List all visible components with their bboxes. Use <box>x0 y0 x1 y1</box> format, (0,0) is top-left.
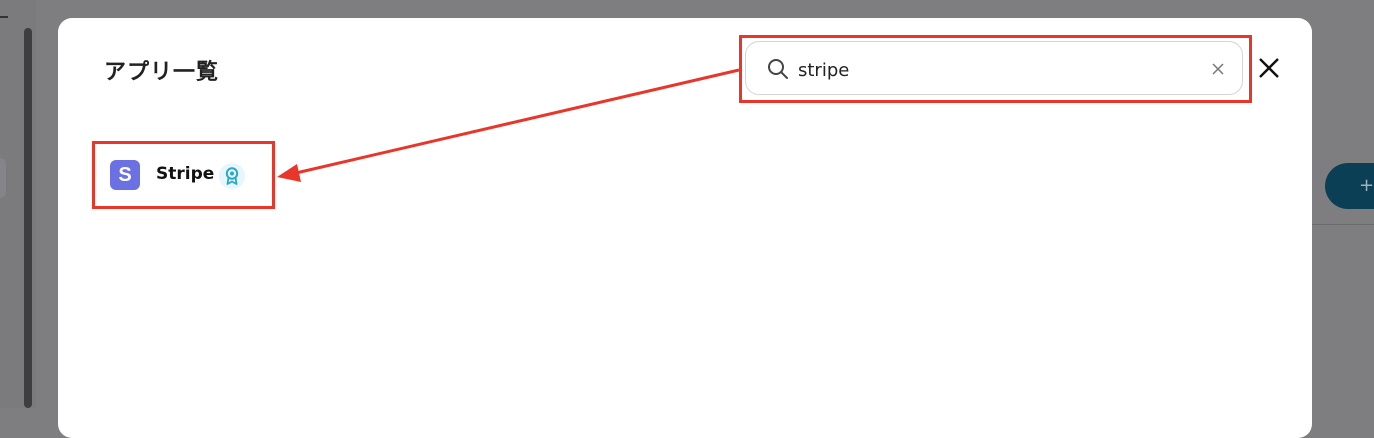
modal-title: アプリ一覧 <box>104 60 220 85</box>
background-scrollbar-thumb[interactable] <box>24 28 32 408</box>
background-dash <box>0 16 8 18</box>
background-add-label: + <box>1359 175 1374 196</box>
close-icon[interactable] <box>1257 56 1281 80</box>
background-divider <box>1312 224 1374 225</box>
highlight-search-box <box>739 35 1252 103</box>
highlight-stripe-result <box>92 141 275 209</box>
background-add-button[interactable]: + <box>1325 163 1374 209</box>
background-left-tab <box>0 158 6 198</box>
